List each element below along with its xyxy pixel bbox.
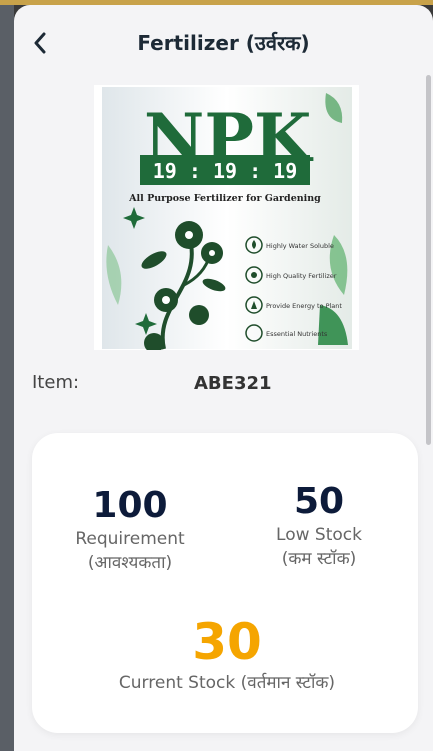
current-stock-stat: 30 Current Stock (वर्तमान स्टॉक)	[82, 613, 372, 695]
current-stock-label: Current Stock (वर्तमान स्टॉक)	[118, 673, 336, 693]
item-row: Item: ABE321	[32, 372, 412, 402]
item-label: Item:	[32, 372, 80, 393]
low-stock-label: Low Stock	[276, 525, 362, 545]
requirement-stat: 100 Requirement (आवश्यकता)	[68, 485, 192, 575]
feature-4: Essential Nutrients	[266, 330, 328, 338]
product-tagline: All Purpose Fertilizer for Gardening	[128, 193, 321, 204]
requirement-value: 100	[92, 485, 168, 526]
fertilizer-detail-sheet: Fertilizer (उर्वरक) NPK 19 : 19 : 19 All…	[14, 5, 433, 751]
item-code: ABE321	[194, 373, 272, 394]
requirement-label-hindi: (आवश्यकता)	[87, 553, 173, 573]
background-edge	[0, 5, 14, 751]
product-image: NPK 19 : 19 : 19 All Purpose Fertilizer …	[94, 85, 359, 350]
product-ratio: 19 : 19 : 19	[153, 159, 298, 183]
feature-2: High Quality Fertilizer	[266, 272, 337, 280]
low-stock-value: 50	[293, 481, 345, 522]
low-stock-stat: 50 Low Stock (कम स्टॉक)	[264, 481, 374, 571]
current-stock-value: 30	[192, 613, 262, 671]
requirement-label: Requirement	[75, 529, 185, 549]
page-title: Fertilizer (उर्वरक)	[137, 31, 310, 55]
feature-1: Highly Water Soluble	[266, 242, 334, 250]
scrollbar[interactable]	[426, 75, 431, 445]
low-stock-label-hindi: (कम स्टॉक)	[281, 549, 357, 569]
header: Fertilizer (उर्वरक)	[14, 5, 433, 77]
stock-stats-card: 100 Requirement (आवश्यकता) 50 Low Stock …	[32, 433, 418, 733]
feature-3: Provide Energy to Plant	[266, 302, 342, 310]
